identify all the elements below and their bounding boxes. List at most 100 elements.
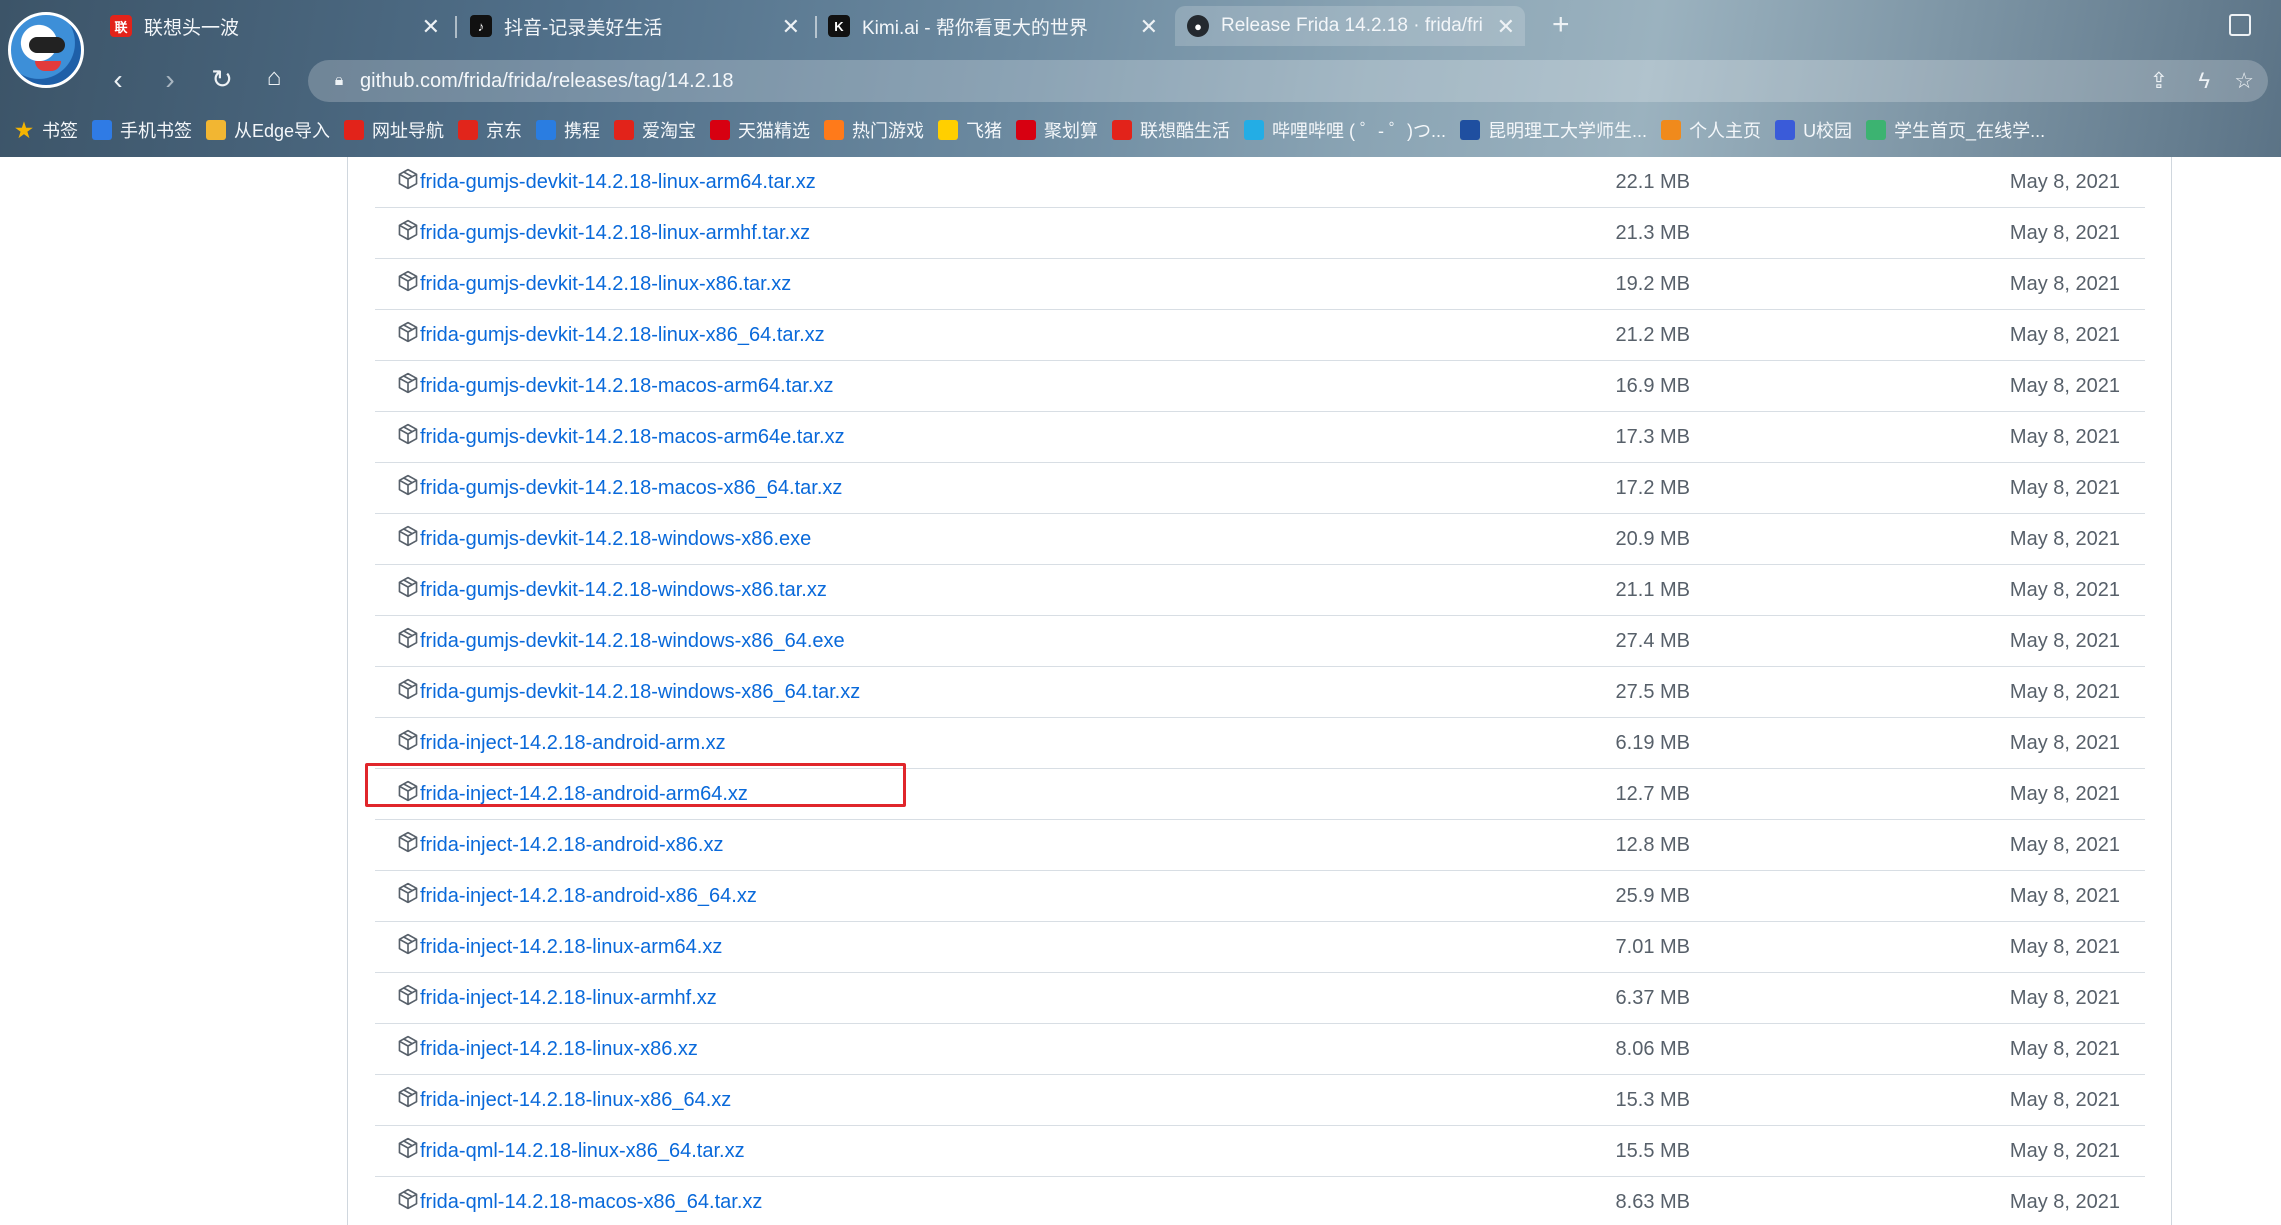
asset-date: May 8, 2021 [2009,273,2120,295]
asset-link[interactable]: frida-gumjs-devkit-14.2.18-linux-x86.tar… [420,273,791,296]
bookmark-item[interactable]: ★ 书签 [14,117,78,143]
asset-link[interactable]: frida-gumjs-devkit-14.2.18-macos-x86_64.… [420,477,842,500]
asset-row: frida-gumjs-devkit-14.2.18-windows-x86_6… [375,667,2145,718]
tab-title: Kimi.ai - 帮你看更大的世界 [862,17,1088,39]
bookmark-item[interactable]: 联想酷生活 [1112,117,1230,143]
asset-link[interactable]: frida-inject-14.2.18-android-x86_64.xz [420,885,757,908]
asset-link[interactable]: frida-gumjs-devkit-14.2.18-macos-arm64.t… [420,375,833,398]
bookmark-item[interactable]: 昆明理工大学师生... [1460,117,1647,143]
bookmark-item[interactable]: U校园 [1775,117,1852,143]
asset-link[interactable]: frida-gumjs-devkit-14.2.18-macos-arm64e.… [420,426,845,449]
asset-date: May 8, 2021 [2009,324,2120,346]
bookmark-item[interactable]: 网址导航 [344,117,444,143]
close-icon[interactable]: ✕ [782,14,800,40]
asset-size: 6.19 MB [1615,732,1690,754]
asset-link[interactable]: frida-inject-14.2.18-android-x86.xz [420,834,724,857]
home-button[interactable]: ⌂ [256,64,292,92]
asset-link[interactable]: frida-gumjs-devkit-14.2.18-linux-arm64.t… [420,171,816,194]
tab-title: Release Frida 14.2.18 · frida/fri [1221,15,1483,36]
asset-row: frida-gumjs-devkit-14.2.18-windows-x86.t… [375,565,2145,616]
asset-link[interactable]: frida-gumjs-devkit-14.2.18-windows-x86_6… [420,630,845,653]
asset-link[interactable]: frida-inject-14.2.18-linux-x86.xz [420,1038,698,1061]
new-tab-button[interactable]: + [1552,8,1570,42]
bookmark-item[interactable]: 个人主页 [1661,117,1761,143]
tab-separator [455,16,457,38]
bookmark-item[interactable]: 哔哩哔哩 ( ゜- ゜)つ... [1244,117,1446,143]
bookmarks-bar: ★ 书签 手机书签 从Edge导入 网址导航 京东 携程 爱淘宝 天猫精选 热门游戏 飞猪 聚划算 联想… [0,112,2281,148]
juhuasuan-icon [1016,120,1037,140]
forward-button[interactable]: › [152,64,188,96]
asset-link[interactable]: frida-gumjs-devkit-14.2.18-linux-armhf.t… [420,222,810,245]
bookmark-item[interactable]: 京东 [458,117,522,143]
bookmark-item[interactable]: 热门游戏 [824,117,924,143]
asset-date: May 8, 2021 [2009,528,2120,550]
asset-size: 22.1 MB [1615,171,1690,193]
chart-icon [1866,120,1887,140]
asset-date: May 8, 2021 [2009,834,2120,856]
tab-lenovo[interactable]: 联 联想头一波 ✕ [110,6,450,46]
reload-button[interactable]: ↻ [204,64,240,95]
asset-link[interactable]: frida-gumjs-devkit-14.2.18-windows-x86_6… [420,681,860,704]
folder-icon [206,120,226,140]
navigation-bar: ‹ › ↻ ⌂ 🔒︎ github.com/frida/frida/releas… [0,56,2281,106]
asset-link[interactable]: frida-qml-14.2.18-macos-x86_64.tar.xz [420,1191,762,1214]
lenovo-icon [344,120,365,140]
asset-row: frida-gumjs-devkit-14.2.18-macos-x86_64.… [375,463,2145,514]
taobao-icon [614,120,635,140]
bilibili-icon [1244,120,1265,140]
asset-size: 27.4 MB [1615,630,1690,652]
asset-size: 15.5 MB [1615,1140,1690,1162]
bookmark-label: 联想酷生活 [1140,121,1231,141]
jd-icon [458,120,479,140]
asset-date: May 8, 2021 [2009,681,2120,703]
close-icon[interactable]: ✕ [1497,14,1515,40]
bookmark-item[interactable]: 天猫精选 [710,117,810,143]
bookmark-label: 热门游戏 [852,121,925,141]
bookmark-label: 手机书签 [120,121,192,141]
asset-link[interactable]: frida-inject-14.2.18-android-arm.xz [420,732,726,755]
window-menu-icon[interactable] [2229,14,2251,36]
address-bar[interactable]: 🔒︎ github.com/frida/frida/releases/tag/1… [308,60,2268,102]
bookmark-item[interactable]: 聚划算 [1016,117,1098,143]
star-favorite-icon[interactable]: ☆ [2234,68,2254,94]
bookmark-item[interactable]: 手机书签 [92,117,192,143]
bookmark-item[interactable]: 爱淘宝 [614,117,696,143]
ctrip-icon [536,120,557,140]
bookmark-item[interactable]: 飞猪 [938,117,1002,143]
asset-size: 15.3 MB [1615,1089,1690,1111]
asset-link[interactable]: frida-inject-14.2.18-linux-armhf.xz [420,987,717,1010]
back-button[interactable]: ‹ [100,64,136,96]
lock-icon: 🔒︎ [334,72,344,89]
share-icon[interactable]: ⇪ [2150,68,2168,94]
bookmark-label: 京东 [486,121,523,141]
avatar-eyes [29,37,65,53]
asset-size: 12.7 MB [1615,783,1690,805]
asset-link[interactable]: frida-inject-14.2.18-linux-arm64.xz [420,936,722,959]
asset-link[interactable]: frida-gumjs-devkit-14.2.18-linux-x86_64.… [420,324,825,347]
bookmark-item[interactable]: 从Edge导入 [206,117,330,143]
bookmark-item[interactable]: 学生首页_在线学... [1866,117,2045,143]
asset-link[interactable]: frida-gumjs-devkit-14.2.18-windows-x86.e… [420,528,811,551]
asset-date: May 8, 2021 [2009,987,2120,1009]
bookmark-item[interactable]: 携程 [536,117,600,143]
asset-size: 8.63 MB [1615,1191,1690,1213]
asset-link[interactable]: frida-gumjs-devkit-14.2.18-windows-x86.t… [420,579,827,602]
tab-douyin[interactable]: ♪ 抖音-记录美好生活 ✕ [470,6,810,46]
lightning-icon[interactable]: ϟ [2198,68,2210,94]
fliggy-icon [938,120,959,140]
asset-date: May 8, 2021 [2009,732,2120,754]
tab-kimi[interactable]: K Kimi.ai - 帮你看更大的世界 ✕ [828,6,1168,46]
asset-row: frida-gumjs-devkit-14.2.18-linux-arm64.t… [375,157,2145,208]
asset-link[interactable]: frida-qml-14.2.18-linux-x86_64.tar.xz [420,1140,745,1163]
asset-size: 25.9 MB [1615,885,1690,907]
asset-size: 7.01 MB [1615,936,1690,958]
asset-date: May 8, 2021 [2009,630,2120,652]
tab-title: 抖音-记录美好生活 [504,17,663,39]
asset-link[interactable]: frida-inject-14.2.18-linux-x86_64.xz [420,1089,731,1112]
asset-row: frida-gumjs-devkit-14.2.18-macos-arm64.t… [375,361,2145,412]
tab-strip: 联 联想头一波 ✕ ♪ 抖音-记录美好生活 ✕ K Kimi.ai - 帮你看更… [100,0,2281,52]
tab-github-release[interactable]: ● Release Frida 14.2.18 · frida/fri ✕ [1175,6,1525,46]
close-icon[interactable]: ✕ [1140,14,1158,40]
close-icon[interactable]: ✕ [422,14,440,40]
url-text[interactable]: github.com/frida/frida/releases/tag/14.2… [360,70,734,93]
